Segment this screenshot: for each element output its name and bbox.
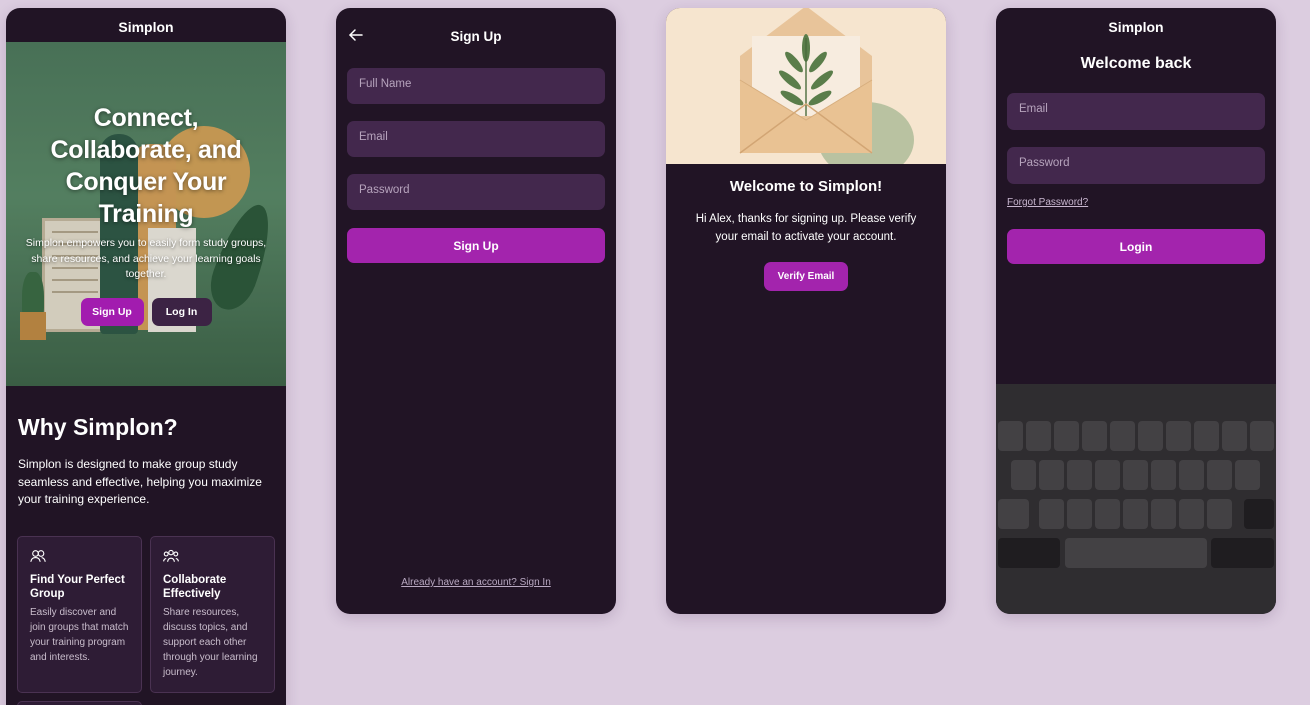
- hero-signup-button[interactable]: Sign Up: [80, 298, 144, 326]
- keyboard-key[interactable]: [1095, 499, 1120, 529]
- keyboard-key[interactable]: [1095, 460, 1120, 490]
- feature-text: Easily discover and join groups that mat…: [30, 607, 129, 663]
- feature-title: Collaborate Effectively: [163, 574, 227, 600]
- numbers-key[interactable]: [998, 538, 1060, 568]
- login-title: Welcome back: [1080, 55, 1192, 72]
- app-title: Simplon: [118, 19, 174, 35]
- welcome-message: Hi Alex, thanks for signing up. Please v…: [695, 213, 917, 243]
- forgot-password-link[interactable]: Forgot Password?: [1007, 197, 1088, 208]
- keyboard-key[interactable]: [1110, 421, 1135, 451]
- keyboard-key[interactable]: [1039, 460, 1064, 490]
- login-button[interactable]: Login: [1007, 229, 1265, 264]
- keyboard-key[interactable]: [1179, 499, 1204, 529]
- signup-title: Sign Up: [450, 29, 502, 44]
- login-screen: Simplon Welcome back Email Password Forg…: [996, 8, 1276, 614]
- hero-actions: Sign Up Log In: [6, 298, 286, 326]
- keyboard-key[interactable]: [1011, 460, 1036, 490]
- hero-title: Connect, Collaborate, and Conquer Your T…: [50, 104, 242, 228]
- hero-subtitle: Simplon empowers you to easily form stud…: [25, 237, 267, 280]
- keyboard-key[interactable]: [1067, 499, 1092, 529]
- keyboard-key[interactable]: [1082, 421, 1107, 451]
- signup-button[interactable]: Sign Up: [347, 228, 605, 263]
- keyboard-key[interactable]: [1054, 421, 1079, 451]
- keyboard-key[interactable]: [1166, 421, 1191, 451]
- keyboard-key[interactable]: [1026, 421, 1051, 451]
- shift-key[interactable]: [998, 499, 1029, 529]
- keyboard-key[interactable]: [1194, 421, 1219, 451]
- return-key[interactable]: [1211, 538, 1274, 568]
- password-field[interactable]: Password: [347, 174, 605, 210]
- keyboard-key[interactable]: [1235, 460, 1260, 490]
- password-field[interactable]: Password: [1007, 147, 1265, 184]
- email-field[interactable]: Email: [1007, 93, 1265, 130]
- feature-card: [17, 701, 142, 705]
- keyboard-key[interactable]: [1222, 421, 1247, 451]
- app-title: Simplon: [1108, 19, 1164, 35]
- feature-card: Collaborate Effectively Share resources,…: [150, 536, 275, 693]
- keyboard-key[interactable]: [1207, 460, 1232, 490]
- why-title: Why Simplon?: [18, 414, 178, 440]
- signup-header: Sign Up: [336, 8, 616, 64]
- space-key[interactable]: [1065, 538, 1207, 568]
- envelope-icon: [739, 8, 914, 164]
- feature-card: Find Your Perfect Group Easily discover …: [17, 536, 142, 693]
- full-name-field[interactable]: Full Name: [347, 68, 605, 104]
- keyboard-key[interactable]: [1151, 460, 1176, 490]
- welcome-title: Welcome to Simplon!: [729, 178, 883, 195]
- keyboard-key[interactable]: [1067, 460, 1092, 490]
- team-icon: [163, 549, 179, 562]
- keyboard-key[interactable]: [1179, 460, 1204, 490]
- onscreen-keyboard: [996, 384, 1276, 614]
- keyboard-key[interactable]: [1207, 499, 1232, 529]
- email-field[interactable]: Email: [347, 121, 605, 157]
- why-text: Simplon is designed to make group study …: [18, 457, 262, 506]
- feature-text: Share resources, discuss topics, and sup…: [163, 607, 258, 678]
- keyboard-key[interactable]: [1250, 421, 1274, 451]
- landing-screen: Simplon Connect, Collaborate, and Conque…: [6, 8, 286, 705]
- users-icon: [30, 550, 46, 562]
- hero-section: Connect, Collaborate, and Conquer Your T…: [6, 42, 286, 386]
- verify-email-screen: Welcome to Simplon! Hi Alex, thanks for …: [666, 8, 946, 614]
- keyboard-key[interactable]: [1039, 499, 1064, 529]
- backspace-key[interactable]: [1244, 499, 1274, 529]
- keyboard-key[interactable]: [1123, 499, 1148, 529]
- keyboard-key[interactable]: [1138, 421, 1163, 451]
- hero-login-button[interactable]: Log In: [151, 298, 212, 326]
- keyboard-key[interactable]: [1151, 499, 1176, 529]
- envelope-illustration: [666, 8, 946, 164]
- signup-screen: Sign Up Full Name Email Password Sign Up…: [336, 8, 616, 614]
- signin-link[interactable]: Already have an account? Sign In: [336, 577, 616, 588]
- keyboard-key[interactable]: [998, 421, 1023, 451]
- verify-email-button[interactable]: Verify Email: [764, 262, 848, 291]
- feature-title: Find Your Perfect Group: [30, 574, 125, 600]
- keyboard-key[interactable]: [1123, 460, 1148, 490]
